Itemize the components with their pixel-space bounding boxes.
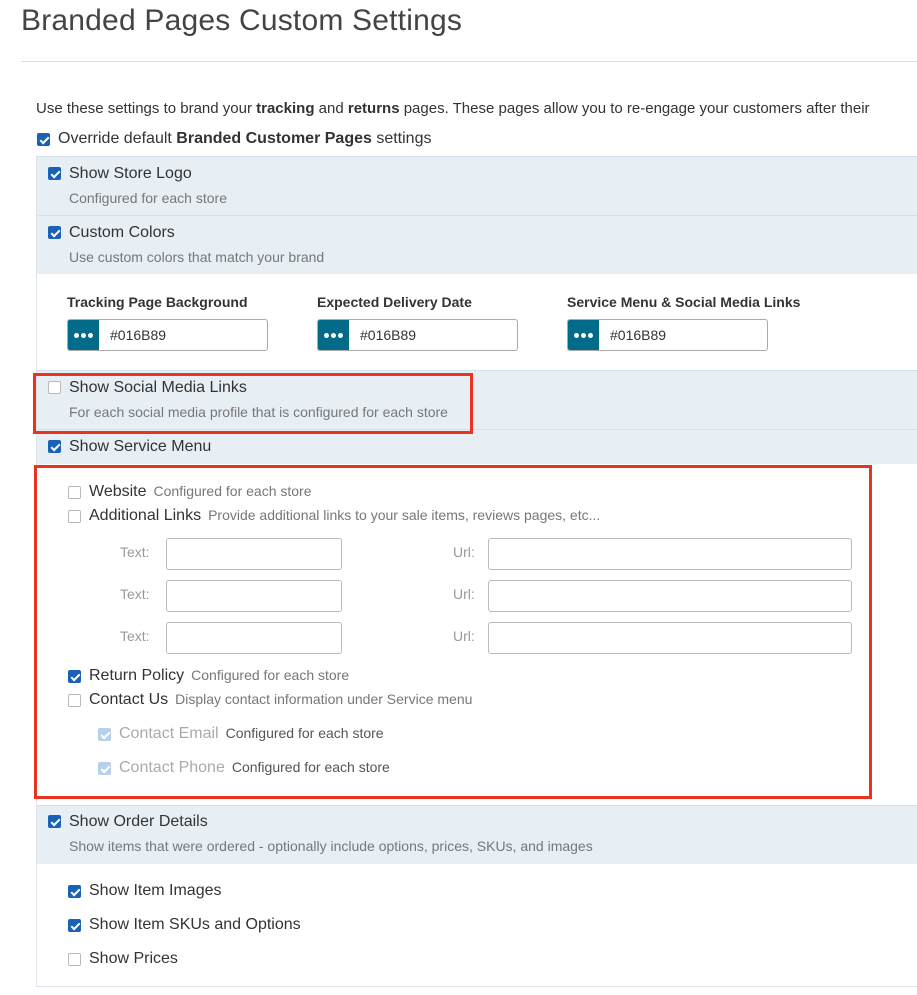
show-item-skus-label: Show Item SKUs and Options [89,916,301,933]
delivery-date-color-field[interactable]: #016B89 [317,319,518,351]
show-order-details-checkbox[interactable] [48,815,61,828]
custom-colors-label: Custom Colors [69,224,175,241]
title-divider [21,61,917,62]
service-social-label: Service Menu & Social Media Links [567,294,801,310]
page-title: Branded Pages Custom Settings [21,4,463,37]
color-picker-icon[interactable] [568,320,599,350]
show-prices-checkbox[interactable] [68,953,81,966]
show-order-details-desc: Show items that were ordered - optionall… [69,838,593,854]
social-media-highlight [33,373,473,434]
custom-colors-desc: Use custom colors that match your brand [69,249,325,265]
service-menu-highlight [34,465,872,799]
show-order-details-label: Show Order Details [69,813,208,830]
tracking-bg-label: Tracking Page Background [67,294,248,310]
show-store-logo-desc: Configured for each store [69,190,227,206]
show-item-images-checkbox[interactable] [68,885,81,898]
intro-text: Use these settings to brand your trackin… [36,100,870,117]
delivery-date-label: Expected Delivery Date [317,294,472,310]
custom-colors-checkbox[interactable] [48,226,61,239]
service-social-color-field[interactable]: #016B89 [567,319,768,351]
show-item-skus-checkbox[interactable] [68,919,81,932]
show-service-menu-checkbox[interactable] [48,440,61,453]
color-picker-icon[interactable] [68,320,99,350]
show-item-images-label: Show Item Images [89,882,222,899]
show-store-logo-checkbox[interactable] [48,167,61,180]
color-picker-icon[interactable] [318,320,349,350]
show-prices-label: Show Prices [89,950,178,967]
override-defaults-label: Override default Branded Customer Pages … [58,130,432,147]
show-store-logo-label: Show Store Logo [69,165,192,182]
override-defaults-checkbox[interactable] [37,133,50,146]
tracking-bg-color-field[interactable]: #016B89 [67,319,268,351]
show-service-menu-label: Show Service Menu [69,438,212,455]
